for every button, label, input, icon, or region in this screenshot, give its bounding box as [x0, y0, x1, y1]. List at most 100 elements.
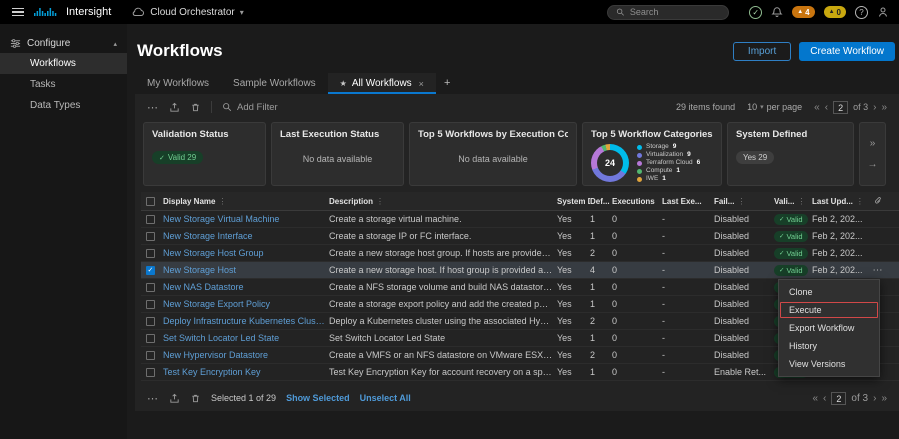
sort-icon[interactable]: ⋮ [856, 197, 864, 206]
workflow-name-link[interactable]: New Storage Virtual Machine [163, 214, 329, 224]
col-description[interactable]: Description⋮ [329, 197, 557, 206]
sidebar-item[interactable]: Tasks [0, 74, 127, 95]
menu-icon[interactable] [10, 5, 26, 20]
workflow-name-link[interactable]: New Storage Interface [163, 231, 329, 241]
context-menu-item[interactable]: Execute [779, 301, 879, 319]
page-title: Workflows [137, 41, 223, 61]
workflow-name-link[interactable]: New Storage Export Policy [163, 299, 329, 309]
show-selected-link[interactable]: Show Selected [286, 393, 350, 403]
row-checkbox[interactable] [146, 283, 155, 292]
close-tab-icon[interactable]: × [419, 79, 424, 89]
status-check-icon[interactable]: ✓ [749, 6, 762, 19]
table-row[interactable]: New Storage Host Group Create a new stor… [141, 245, 899, 262]
row-checkbox[interactable] [146, 266, 155, 275]
sort-icon[interactable]: ⋮ [376, 197, 384, 206]
workflow-name-link[interactable]: Test Key Encryption Key [163, 367, 329, 377]
legend-item: Compute 1 [637, 167, 713, 175]
prev-page-button[interactable]: ‹ [825, 102, 828, 113]
valid-count-badge[interactable]: Valid 29 [152, 151, 203, 164]
more-actions-icon[interactable]: ⋯ [147, 101, 159, 114]
tab-all-workflows[interactable]: ★ All Workflows × [328, 73, 436, 94]
legend-label: Compute [646, 167, 672, 175]
failure-value: Disabled [714, 265, 774, 275]
delete-icon[interactable] [190, 102, 201, 113]
workflow-description: Create a storage export policy and add t… [329, 299, 557, 309]
workflow-name-link[interactable]: New Hypervisor Datastore [163, 350, 329, 360]
next-page-button[interactable]: › [873, 102, 876, 113]
row-checkbox[interactable] [146, 300, 155, 309]
workflow-name-link[interactable]: New NAS Datastore [163, 282, 329, 292]
context-menu-item[interactable]: Export Workflow [779, 319, 879, 337]
export-icon[interactable] [169, 102, 180, 113]
cards-next-icon[interactable]: → [868, 159, 878, 170]
sidebar-item[interactable]: Workflows [0, 53, 127, 74]
col-last-execution[interactable]: Last Exe... [662, 197, 714, 206]
more-actions-icon[interactable]: ⋯ [147, 392, 159, 405]
row-checkbox[interactable] [146, 334, 155, 343]
yes-count-badge[interactable]: Yes 29 [736, 151, 774, 164]
row-actions-icon[interactable] [873, 265, 884, 276]
col-executions[interactable]: Executions [612, 197, 662, 206]
table-row[interactable]: New Storage Virtual Machine Create a sto… [141, 211, 899, 228]
table-row[interactable]: New Storage Host Create a new storage ho… [141, 262, 899, 279]
add-filter-button[interactable]: Add Filter [222, 102, 278, 113]
workflow-name-link[interactable]: Deploy Infrastructure Kubernetes Cluster [163, 316, 329, 326]
first-page-button[interactable]: « [812, 393, 818, 404]
default-version-value: 2 [590, 248, 612, 258]
col-default-version[interactable]: Def...⋮ [590, 197, 612, 206]
col-display-name[interactable]: Display Name⋮ [163, 197, 329, 206]
col-failure[interactable]: Fail...⋮ [714, 197, 774, 206]
new-tab-button[interactable]: + [436, 72, 458, 94]
col-system-defined[interactable]: System D...⋮ [557, 197, 590, 206]
service-switcher[interactable]: Cloud Orchestrator ▾ [131, 7, 244, 18]
current-page-input[interactable]: 2 [833, 101, 848, 114]
failure-value: Disabled [714, 299, 774, 309]
import-button[interactable]: Import [733, 42, 791, 61]
warning-alerts-badge[interactable]: ▲ 4 [792, 6, 814, 18]
first-page-button[interactable]: « [814, 102, 820, 113]
search-input[interactable] [630, 7, 720, 17]
sidebar-section-configure[interactable]: Configure ▴ [0, 34, 127, 53]
help-icon[interactable]: ? [855, 6, 868, 19]
tab-my-workflows[interactable]: My Workflows [135, 73, 221, 94]
prev-page-button[interactable]: ‹ [823, 393, 826, 404]
row-checkbox[interactable] [146, 351, 155, 360]
last-execution-value: - [662, 350, 714, 360]
workflow-name-link[interactable]: New Storage Host Group [163, 248, 329, 258]
legend-label: Storage [646, 143, 669, 151]
sort-icon[interactable]: ⋮ [797, 197, 805, 206]
col-last-update[interactable]: Last Upd...⋮ [812, 197, 868, 206]
delete-icon[interactable] [190, 393, 201, 404]
user-icon[interactable] [877, 6, 889, 18]
last-page-button[interactable]: » [881, 102, 887, 113]
unselect-all-link[interactable]: Unselect All [360, 393, 411, 403]
tab-sample-workflows[interactable]: Sample Workflows [221, 73, 328, 94]
create-workflow-button[interactable]: Create Workflow [799, 42, 895, 61]
context-menu-item[interactable]: Clone [779, 283, 879, 301]
row-checkbox[interactable] [146, 317, 155, 326]
executions-value: 0 [612, 248, 662, 258]
sort-icon[interactable]: ⋮ [737, 197, 745, 206]
bell-icon[interactable] [771, 6, 783, 18]
next-page-button[interactable]: › [873, 393, 876, 404]
per-page-select[interactable]: 10 ▾ per page [747, 102, 802, 112]
table-row[interactable]: New Storage Interface Create a storage I… [141, 228, 899, 245]
current-page-input[interactable]: 2 [831, 392, 846, 405]
caution-alerts-badge[interactable]: ▲ 0 [824, 6, 846, 18]
select-all-checkbox[interactable] [146, 197, 155, 206]
row-checkbox[interactable] [146, 249, 155, 258]
sidebar-item[interactable]: Data Types [0, 95, 127, 116]
workflow-name-link[interactable]: Set Switch Locator Led State [163, 333, 329, 343]
sort-icon[interactable]: ⋮ [218, 197, 226, 206]
last-page-button[interactable]: » [881, 393, 887, 404]
global-search[interactable] [607, 5, 729, 20]
context-menu-item[interactable]: History [779, 337, 879, 355]
row-checkbox[interactable] [146, 368, 155, 377]
export-icon[interactable] [169, 393, 180, 404]
row-checkbox[interactable] [146, 232, 155, 241]
cards-last-icon[interactable]: » [870, 138, 876, 149]
workflow-name-link[interactable]: New Storage Host [163, 265, 329, 275]
row-checkbox[interactable] [146, 215, 155, 224]
context-menu-item[interactable]: View Versions [779, 355, 879, 373]
col-validation[interactable]: Vali...⋮ [774, 197, 812, 206]
